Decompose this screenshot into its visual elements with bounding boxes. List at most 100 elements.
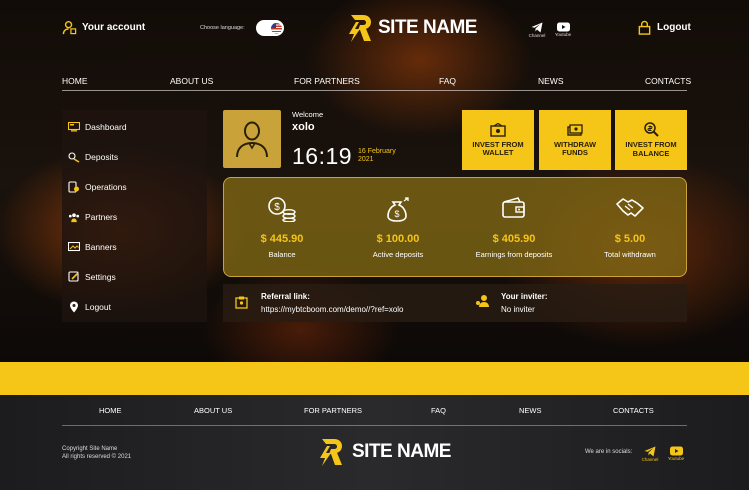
partners-icon xyxy=(68,211,80,223)
inviter-title: Your inviter: xyxy=(501,292,548,301)
copyright: Copyright Site Name All rights reserved … xyxy=(62,445,131,461)
socials-label: We are in socials: xyxy=(585,449,633,455)
nav-for-partners[interactable]: FOR PARTNERS xyxy=(294,76,360,86)
stat-label: Total withdrawn xyxy=(604,250,656,259)
nav-news[interactable]: NEWS xyxy=(538,76,564,86)
header-logo[interactable]: SITE NAME xyxy=(347,14,477,42)
footer-youtube-link[interactable]: Youtube xyxy=(665,446,687,461)
deposits-icon xyxy=(68,151,80,163)
nav-divider xyxy=(62,90,687,91)
account-link[interactable]: Your account xyxy=(62,20,145,35)
action-label-line2: WALLET xyxy=(482,148,514,157)
language-selector[interactable] xyxy=(256,20,284,36)
operations-icon xyxy=(68,181,80,193)
sidebar-item-label: Banners xyxy=(85,242,117,252)
referral-link[interactable]: https://mybtcboom.com/demo//?ref=xolo xyxy=(261,305,404,314)
stat-value: $ 445.90 xyxy=(260,233,304,245)
telegram-icon xyxy=(644,446,656,457)
stat-label: Earnings from deposits xyxy=(475,250,553,259)
lock-icon xyxy=(638,20,651,35)
footer-nav-home[interactable]: HOME xyxy=(99,406,122,415)
stat-label: Balance xyxy=(268,250,296,259)
sidebar-item-operations[interactable]: Operations xyxy=(62,176,207,198)
telegram-icon xyxy=(531,22,543,33)
account-label: Your account xyxy=(82,22,146,33)
footer-nav-for-partners[interactable]: FOR PARTNERS xyxy=(304,406,362,415)
wallet-invest-icon xyxy=(490,122,506,137)
stat-label: Active deposits xyxy=(372,250,424,259)
footer-logo-text: SITE NAME xyxy=(352,441,451,462)
dashboard-icon xyxy=(68,121,80,133)
sidebar-item-logout[interactable]: Logout xyxy=(62,296,207,318)
header-logout-link[interactable]: Logout xyxy=(637,20,691,35)
youtube-label: Youtube xyxy=(554,32,572,37)
sidebar-item-label: Logout xyxy=(85,302,111,312)
nav-contacts[interactable]: CONTACTS xyxy=(645,76,691,86)
sidebar-item-banners[interactable]: Banners xyxy=(62,236,207,258)
footer-telegram-link[interactable]: Channel xyxy=(640,446,660,462)
money-bag-icon: $ xyxy=(387,197,409,222)
stat-total-withdrawn: $ 5.00 Total withdrawn xyxy=(572,178,688,259)
date-day-month: 16 February xyxy=(358,148,396,155)
nav-home[interactable]: HOME xyxy=(62,76,88,86)
inviter-icon xyxy=(476,295,489,307)
withdraw-funds-button[interactable]: WITHDRAW FUNDS xyxy=(539,110,611,170)
current-date: 16 February 2021 xyxy=(358,148,396,164)
stat-value: $ 405.90 xyxy=(492,233,536,245)
date-year: 2021 xyxy=(358,156,374,163)
language-label: Choose language: xyxy=(200,25,245,31)
cash-icon xyxy=(567,123,583,136)
inviter-value: No inviter xyxy=(501,305,535,314)
wallet-icon xyxy=(502,197,525,218)
logo-text: SITE NAME xyxy=(378,17,477,38)
footer-nav-contacts[interactable]: CONTACTS xyxy=(613,406,654,415)
telegram-label: Channel xyxy=(528,33,546,38)
avatar[interactable] xyxy=(223,110,281,168)
stat-balance: $ $ 445.90 Balance xyxy=(224,178,340,259)
header-telegram-link[interactable]: Channel xyxy=(528,22,546,38)
nav-about-us[interactable]: ABOUT US xyxy=(170,76,213,86)
sidebar-item-label: Settings xyxy=(85,272,116,282)
invest-from-wallet-button[interactable]: INVEST FROM WALLET xyxy=(462,110,534,170)
username: xolo xyxy=(292,121,315,133)
sidebar-item-settings[interactable]: Settings xyxy=(62,266,207,288)
sidebar-item-deposits[interactable]: Deposits xyxy=(62,146,207,168)
sidebar-item-dashboard[interactable]: Dashboard xyxy=(62,116,207,138)
banners-icon xyxy=(68,241,80,253)
nav-faq[interactable]: FAQ xyxy=(439,76,456,86)
footer-nav-faq[interactable]: FAQ xyxy=(431,406,446,415)
youtube-label: Youtube xyxy=(667,456,685,461)
action-label-line2: FUNDS xyxy=(562,148,588,157)
stat-earnings-from-deposits: $ 405.90 Earnings from deposits xyxy=(456,178,572,259)
logout-label: Logout xyxy=(657,22,691,33)
sidebar-item-label: Partners xyxy=(85,212,118,222)
footer-logo[interactable]: SITE NAME xyxy=(318,438,451,466)
logout-pin-icon xyxy=(68,301,80,313)
referral-title: Referral link: xyxy=(261,292,310,301)
copyright-line2: All rights reserved © 2021 xyxy=(62,454,132,460)
sidebar: Dashboard Deposits Operations Partners B… xyxy=(62,110,207,322)
invest-from-balance-button[interactable]: INVEST FROM BALANCE xyxy=(615,110,687,170)
stat-value: $ 100.00 xyxy=(376,233,420,245)
balance-search-icon xyxy=(644,122,659,137)
sidebar-item-label: Dashboard xyxy=(85,122,127,132)
svg-text:$: $ xyxy=(394,209,399,219)
header-youtube-link[interactable]: Youtube xyxy=(553,22,573,37)
youtube-icon xyxy=(669,446,683,456)
footer-nav-about-us[interactable]: ABOUT US xyxy=(194,406,232,415)
clock-time: 16:19 xyxy=(292,143,353,169)
action-label-line2: BALANCE xyxy=(632,148,670,158)
stats-panel: $ $ 445.90 Balance $ $ 100.00 Active dep… xyxy=(223,177,687,277)
sidebar-item-label: Deposits xyxy=(85,152,119,162)
settings-icon xyxy=(68,271,80,283)
logo-bolt-icon xyxy=(349,15,371,42)
handshake-icon xyxy=(616,198,644,217)
footer-nav-news[interactable]: NEWS xyxy=(519,406,542,415)
copyright-line1: Copyright Site Name xyxy=(62,446,118,452)
coins-icon: $ xyxy=(268,197,296,222)
sidebar-item-partners[interactable]: Partners xyxy=(62,206,207,228)
stat-active-deposits: $ $ 100.00 Active deposits xyxy=(340,178,456,259)
logo-bolt-icon xyxy=(320,439,342,466)
user-account-icon xyxy=(62,20,77,35)
user-avatar-icon xyxy=(236,121,268,158)
